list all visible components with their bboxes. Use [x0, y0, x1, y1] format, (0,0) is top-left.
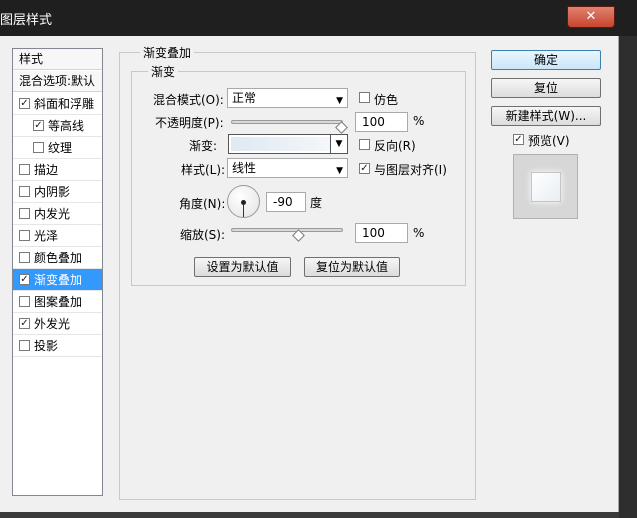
- opacity-unit: %: [413, 114, 425, 128]
- opacity-field[interactable]: 100: [355, 112, 408, 132]
- style-item-label: 内阴影: [34, 185, 71, 199]
- style-item-label: 斜面和浮雕: [34, 97, 95, 111]
- window-edge-bottom: [0, 512, 619, 518]
- opacity-label: 不透明度(P):: [155, 116, 224, 130]
- style-item-checkbox[interactable]: [19, 340, 30, 351]
- style-item[interactable]: 内阴影: [13, 181, 102, 203]
- style-item-label: 颜色叠加: [34, 251, 83, 265]
- style-item-checkbox[interactable]: ✓: [19, 274, 30, 285]
- style-item-label: 渐变叠加: [34, 273, 83, 287]
- angle-unit: 度: [310, 196, 323, 210]
- gradient-picker[interactable]: ▼: [228, 134, 348, 154]
- layer-style-dialog: 样式 混合选项:默认 ✓ 斜面和浮雕 ✓ 等高线纹理描边内阴影内发光光泽颜色叠加 ✓ 渐变…: [0, 36, 619, 512]
- style-item-checkbox[interactable]: [19, 208, 30, 219]
- style-item[interactable]: 图案叠加: [13, 291, 102, 313]
- align-with-layer-label: 与图层对齐(I): [374, 163, 447, 177]
- gradient-group-title: 渐变: [148, 63, 179, 80]
- style-list: 样式 混合选项:默认 ✓ 斜面和浮雕 ✓ 等高线纹理描边内阴影内发光光泽颜色叠加 ✓ 渐变…: [12, 48, 103, 496]
- style-item-label: 内发光: [34, 207, 71, 221]
- blend-options-item[interactable]: 混合选项:默认: [13, 71, 102, 92]
- style-item-checkbox[interactable]: [19, 186, 30, 197]
- angle-label: 角度(N):: [179, 197, 226, 211]
- reverse-label: 反向(R): [374, 139, 416, 153]
- check-icon: ✓: [20, 274, 29, 285]
- style-item-label: 描边: [34, 163, 59, 177]
- style-item-checkbox[interactable]: [19, 252, 30, 263]
- window-edge: [619, 36, 637, 518]
- angle-dial-center: [241, 200, 246, 205]
- check-icon: ✓: [360, 163, 369, 174]
- chevron-down-icon[interactable]: ▼: [330, 135, 347, 153]
- blend-mode-value: 正常: [232, 91, 257, 105]
- close-button[interactable]: ✕: [567, 6, 615, 28]
- chevron-down-icon: ▼: [336, 96, 343, 106]
- style-list-header[interactable]: 样式: [13, 49, 102, 70]
- style-item[interactable]: 内发光: [13, 203, 102, 225]
- gradient-label: 渐变:: [189, 139, 218, 153]
- style-item[interactable]: ✓ 外发光: [13, 313, 102, 335]
- style-item-label: 等高线: [48, 119, 85, 133]
- reset-button[interactable]: 复位: [491, 78, 601, 98]
- check-icon: ✓: [20, 98, 29, 109]
- style-item-checkbox[interactable]: [19, 296, 30, 307]
- reset-default-button[interactable]: 复位为默认值: [304, 257, 400, 277]
- scale-field[interactable]: 100: [355, 223, 408, 243]
- style-preview: [513, 154, 578, 219]
- angle-field[interactable]: -90: [266, 192, 306, 212]
- angle-dial[interactable]: [227, 185, 260, 218]
- style-item[interactable]: ✓ 渐变叠加: [13, 269, 102, 291]
- check-icon: ✓: [34, 120, 43, 131]
- title-bar: 图层样式 ✕: [0, 0, 637, 36]
- close-icon: ✕: [585, 9, 597, 24]
- blend-mode-label: 混合模式(O):: [153, 93, 224, 107]
- gradient-preview-fill[interactable]: [231, 137, 331, 151]
- style-item-checkbox[interactable]: [33, 142, 44, 153]
- style-item[interactable]: 颜色叠加: [13, 247, 102, 269]
- style-item[interactable]: ✓ 等高线: [13, 115, 102, 137]
- style-item-label: 图案叠加: [34, 295, 83, 309]
- check-icon: ✓: [20, 318, 29, 329]
- dither-label: 仿色: [374, 93, 399, 107]
- dither-checkbox[interactable]: [359, 92, 370, 103]
- scale-slider[interactable]: [231, 228, 343, 232]
- style-item-checkbox[interactable]: [19, 164, 30, 175]
- style-value: 线性: [232, 161, 257, 175]
- style-item[interactable]: 光泽: [13, 225, 102, 247]
- align-with-layer-checkbox[interactable]: ✓: [359, 163, 370, 174]
- new-style-button[interactable]: 新建样式(W)...: [491, 106, 601, 126]
- reverse-checkbox[interactable]: [359, 139, 370, 150]
- style-label: 样式(L):: [181, 163, 226, 177]
- style-item[interactable]: 投影: [13, 335, 102, 357]
- style-item-label: 纹理: [48, 141, 73, 155]
- style-item-checkbox[interactable]: ✓: [19, 98, 30, 109]
- style-item[interactable]: 描边: [13, 159, 102, 181]
- gradient-overlay-title: 渐变叠加: [140, 44, 195, 61]
- style-item-checkbox[interactable]: ✓: [19, 318, 30, 329]
- style-item[interactable]: 纹理: [13, 137, 102, 159]
- style-item-label: 投影: [34, 339, 59, 353]
- window-title: 图层样式: [0, 13, 53, 28]
- style-item-label: 光泽: [34, 229, 59, 243]
- style-item-checkbox[interactable]: [19, 230, 30, 241]
- preview-label: 预览(V): [528, 134, 570, 148]
- style-item-checkbox[interactable]: ✓: [33, 120, 44, 131]
- style-select[interactable]: 线性 ▼: [227, 158, 348, 178]
- ok-button[interactable]: 确定: [491, 50, 601, 70]
- check-icon: ✓: [514, 134, 523, 145]
- scale-unit: %: [413, 226, 425, 240]
- scale-label: 缩放(S):: [180, 228, 226, 242]
- blend-mode-select[interactable]: 正常 ▼: [227, 88, 348, 108]
- style-item[interactable]: ✓ 斜面和浮雕: [13, 93, 102, 115]
- chevron-down-icon: ▼: [336, 166, 343, 176]
- style-item-label: 外发光: [34, 317, 71, 331]
- style-preview-swatch: [531, 172, 561, 202]
- opacity-slider[interactable]: [231, 120, 343, 124]
- make-default-button[interactable]: 设置为默认值: [194, 257, 291, 277]
- preview-checkbox[interactable]: ✓: [513, 134, 524, 145]
